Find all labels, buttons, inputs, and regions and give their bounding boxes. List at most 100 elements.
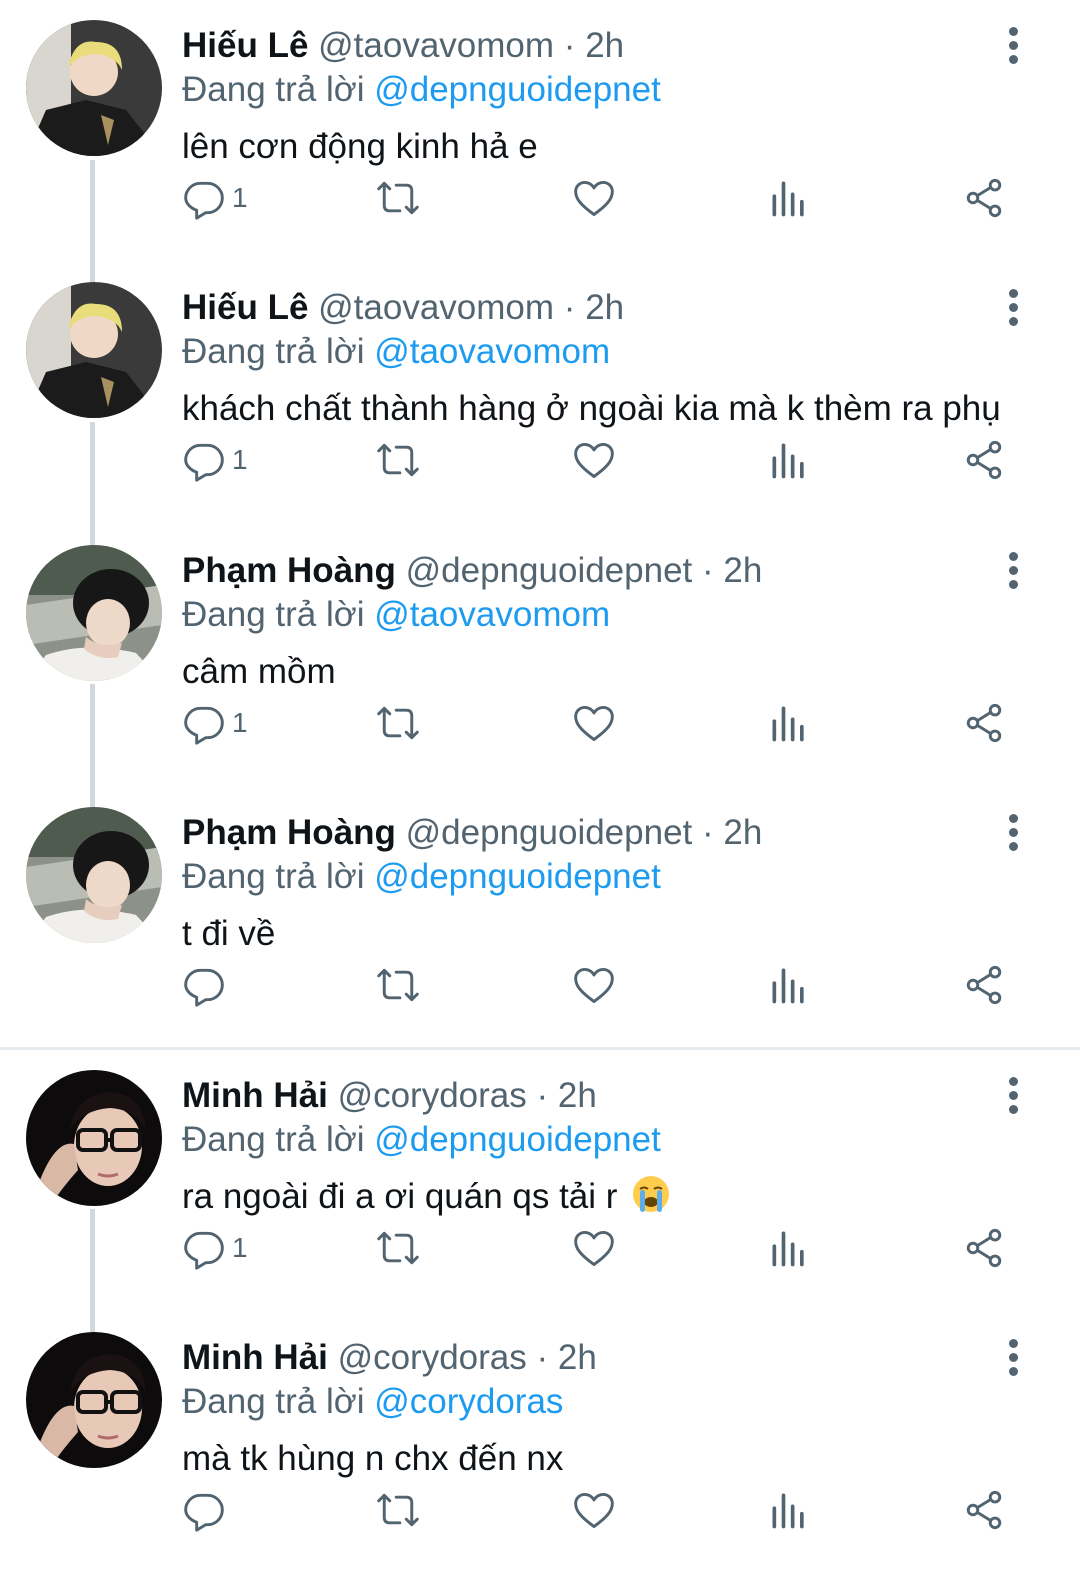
author-handle[interactable]: @taovavomom xyxy=(318,26,554,65)
like-icon xyxy=(574,180,614,216)
like-button[interactable] xyxy=(572,697,616,749)
retweet-button[interactable] xyxy=(376,172,420,224)
reply-button[interactable]: 1 xyxy=(182,697,248,749)
separator-dot: · xyxy=(702,813,714,852)
more-icon[interactable] xyxy=(996,1072,1032,1118)
replying-to: Đang trả lời @depnguoidepnet xyxy=(182,68,661,112)
tweet[interactable]: Hiếu Lê @taovavomom · 2h Đang trả lời @t… xyxy=(0,262,1080,524)
like-button[interactable] xyxy=(572,434,616,486)
like-button[interactable] xyxy=(572,1222,616,1274)
views-button[interactable] xyxy=(767,172,811,224)
tweet-header: Minh Hải @corydoras · 2h xyxy=(182,1074,597,1118)
timestamp[interactable]: 2h xyxy=(585,288,624,327)
author-name[interactable]: Hiếu Lê xyxy=(182,288,308,327)
author-handle[interactable]: @corydoras xyxy=(338,1338,527,1377)
reply-icon xyxy=(184,1493,224,1532)
reply-count: 1 xyxy=(232,444,248,475)
share-button[interactable] xyxy=(962,1484,1006,1536)
reply-button[interactable] xyxy=(182,1484,232,1536)
replying-prefix: Đang trả lời xyxy=(182,1382,365,1421)
author-name[interactable]: Phạm Hoàng xyxy=(182,551,396,590)
more-icon[interactable] xyxy=(996,22,1032,68)
timestamp[interactable]: 2h xyxy=(723,551,762,590)
timestamp[interactable]: 2h xyxy=(723,813,762,852)
author-name[interactable]: Minh Hải xyxy=(182,1076,328,1115)
reply-button[interactable]: 1 xyxy=(182,172,248,224)
author-handle[interactable]: @corydoras xyxy=(338,1076,527,1115)
tweet-header: Minh Hải @corydoras · 2h xyxy=(182,1336,597,1380)
author-name[interactable]: Phạm Hoàng xyxy=(182,813,396,852)
tweet[interactable]: Phạm Hoàng @depnguoidepnet · 2h Đang trả… xyxy=(0,525,1080,787)
replying-to: Đang trả lời @corydoras xyxy=(182,1380,563,1424)
replying-prefix: Đang trả lời xyxy=(182,595,365,634)
more-icon[interactable] xyxy=(996,1334,1032,1380)
like-button[interactable] xyxy=(572,959,616,1011)
reply-button[interactable]: 1 xyxy=(182,1222,248,1274)
retweet-button[interactable] xyxy=(376,959,420,1011)
author-handle[interactable]: @depnguoidepnet xyxy=(406,813,693,852)
author-name[interactable]: Minh Hải xyxy=(182,1338,328,1377)
views-button[interactable] xyxy=(767,434,811,486)
like-icon xyxy=(574,1230,614,1266)
avatar[interactable] xyxy=(26,545,162,681)
avatar[interactable] xyxy=(26,1332,162,1468)
avatar[interactable] xyxy=(26,1070,162,1206)
retweet-button[interactable] xyxy=(376,434,420,486)
views-button[interactable] xyxy=(767,1484,811,1536)
tweet-text: mà tk hùng n chx đến nx xyxy=(182,1439,564,1478)
views-button[interactable] xyxy=(767,959,811,1011)
retweet-button[interactable] xyxy=(376,1484,420,1536)
tweet[interactable]: Phạm Hoàng @depnguoidepnet · 2h Đang trả… xyxy=(0,787,1080,1049)
tweet-text: lên cơn động kinh hả e xyxy=(182,127,538,166)
views-button[interactable] xyxy=(767,1222,811,1274)
share-button[interactable] xyxy=(962,959,1006,1011)
reply-count: 1 xyxy=(232,182,248,213)
author-name[interactable]: Hiếu Lê xyxy=(182,26,308,65)
tweet-text: ra ngoài đi a ơi quán qs tải r xyxy=(182,1174,671,1220)
share-icon xyxy=(966,1228,1002,1268)
share-button[interactable] xyxy=(962,1222,1006,1274)
reply-button[interactable]: 1 xyxy=(182,434,248,486)
reply-icon xyxy=(184,968,224,1007)
tweet[interactable]: Minh Hải @corydoras · 2h Đang trả lời @d… xyxy=(0,1050,1080,1312)
share-button[interactable] xyxy=(962,172,1006,224)
retweet-button[interactable] xyxy=(376,697,420,749)
action-bar: 1 xyxy=(0,434,1080,486)
views-icon xyxy=(772,706,804,742)
like-icon xyxy=(574,967,614,1003)
avatar[interactable] xyxy=(26,20,162,156)
author-handle[interactable]: @taovavomom xyxy=(318,288,554,327)
replying-mention[interactable]: @depnguoidepnet xyxy=(374,857,661,896)
replying-mention[interactable]: @taovavomom xyxy=(374,595,610,634)
replying-mention[interactable]: @depnguoidepnet xyxy=(374,1120,661,1159)
like-button[interactable] xyxy=(572,1484,616,1536)
views-button[interactable] xyxy=(767,697,811,749)
author-handle[interactable]: @depnguoidepnet xyxy=(406,551,693,590)
tweet-text: khách chất thành hàng ở ngoài kia mà k t… xyxy=(182,389,1001,428)
more-icon[interactable] xyxy=(996,284,1032,330)
like-button[interactable] xyxy=(572,172,616,224)
replying-prefix: Đang trả lời xyxy=(182,1120,365,1159)
timestamp[interactable]: 2h xyxy=(558,1338,597,1377)
like-icon xyxy=(574,1492,614,1528)
avatar[interactable] xyxy=(26,807,162,943)
avatar[interactable] xyxy=(26,282,162,418)
tweet-header: Hiếu Lê @taovavomom · 2h xyxy=(182,286,624,330)
more-icon[interactable] xyxy=(996,547,1032,593)
retweet-button[interactable] xyxy=(376,1222,420,1274)
reply-button[interactable] xyxy=(182,959,232,1011)
timestamp[interactable]: 2h xyxy=(585,26,624,65)
reply-icon xyxy=(184,181,224,220)
more-icon[interactable] xyxy=(996,809,1032,855)
tweet[interactable]: Minh Hải @corydoras · 2h Đang trả lời @c… xyxy=(0,1312,1080,1574)
share-button[interactable] xyxy=(962,434,1006,486)
tweet-text: t đi về xyxy=(182,914,276,953)
replying-mention[interactable]: @corydoras xyxy=(374,1382,563,1421)
action-bar xyxy=(0,1484,1080,1536)
replying-mention[interactable]: @taovavomom xyxy=(374,332,610,371)
share-button[interactable] xyxy=(962,697,1006,749)
tweet[interactable]: Hiếu Lê @taovavomom · 2h Đang trả lời @d… xyxy=(0,0,1080,262)
timestamp[interactable]: 2h xyxy=(558,1076,597,1115)
crying-face-icon xyxy=(633,1176,670,1212)
replying-mention[interactable]: @depnguoidepnet xyxy=(374,70,661,109)
